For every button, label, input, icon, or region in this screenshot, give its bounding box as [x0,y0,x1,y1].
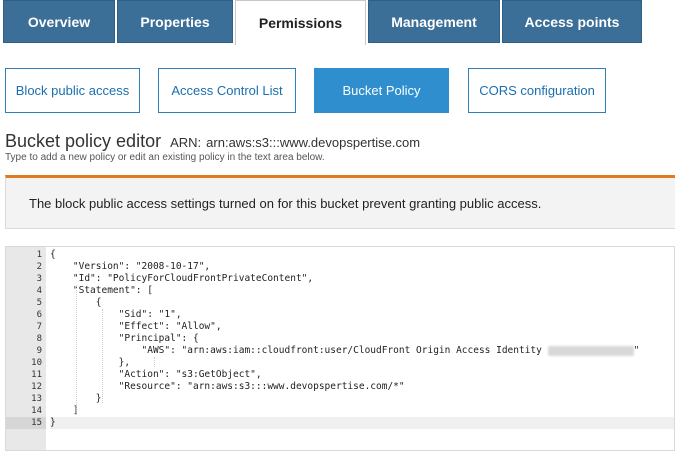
editor-subtitle: Type to add a new policy or edit an exis… [5,152,325,163]
button-label: Bucket Policy [342,83,421,98]
indent-guide [102,309,103,403]
line-number: 15 [6,417,46,429]
code-text: "Resource": "arn:aws:s3:::www.devopspert… [50,381,405,392]
arn-value: arn:aws:s3:::www.devopspertise.com [206,135,421,150]
tab-overview[interactable]: Overview [3,0,115,43]
button-label: Access Control List [171,83,283,98]
line-number: 2 [36,262,42,272]
tab-properties[interactable]: Properties [117,0,233,43]
code-text: "Statement": [ [50,285,153,296]
policy-code-area[interactable]: { "Version": "2008-10-17", "Id": "Policy… [50,247,674,450]
code-text: "AWS": "arn:aws:iam::cloudfront:user/Clo… [50,345,548,356]
line-number: 4 [36,286,42,296]
redacted-identity-id [547,345,634,356]
line-number: 8 [36,334,42,344]
code-text: "Action": "s3:GetObject", [50,369,262,380]
code-text: " [633,345,640,356]
button-label: CORS configuration [479,83,595,98]
indent-guide [154,357,155,367]
code-text: }, [50,357,131,368]
tab-label: Management [391,13,477,30]
tab-label: Overview [27,13,91,30]
code-text: "Version": "2008-10-17", [50,261,211,272]
code-line: { [50,249,674,261]
access-control-list-button[interactable]: Access Control List [158,68,296,113]
line-number-gutter: 1 2 3 4 5 6 7 8 9 10 11 12 13 14 15 [6,247,46,450]
editor-title: Bucket policy editor [5,131,162,151]
button-label: Block public access [15,83,130,98]
code-line: "Version": "2008-10-17", [50,261,674,273]
bucket-policy-button[interactable]: Bucket Policy [314,68,449,113]
warning-text: The block public access settings turned … [29,195,542,211]
indent-guide [76,285,77,415]
line-number: 5 [36,298,42,308]
line-number: 9 [36,346,42,356]
code-line: "Id": "PolicyForCloudFrontPrivateContent… [50,273,674,285]
code-text: "Principal": { [50,333,199,344]
tab-label: Permissions [258,15,343,31]
code-line: "Principal": { [50,333,674,345]
code-text: { [50,249,56,260]
tab-access-points[interactable]: Access points [502,0,642,43]
code-line: } [50,393,674,405]
code-line: { [50,297,674,309]
code-text: "Sid": "1", [50,309,182,320]
cors-configuration-button[interactable]: CORS configuration [468,68,606,113]
line-number: 1 [36,250,42,260]
code-text: } [50,417,56,428]
line-number: 6 [36,310,42,320]
code-text: "Id": "PolicyForCloudFrontPrivateContent… [50,273,314,284]
code-line: ] [50,405,674,417]
code-line: "Action": "s3:GetObject", [50,369,674,381]
code-line: "Sid": "1", [50,309,674,321]
line-number: 11 [31,370,42,380]
line-number: 14 [31,406,42,416]
page-title: Bucket policy editor ARN: arn:aws:s3:::w… [5,131,420,152]
tab-management[interactable]: Management [368,0,500,43]
line-number: 13 [31,394,42,404]
top-tab-bar: Overview Properties Permissions Manageme… [0,0,675,45]
block-public-access-warning: The block public access settings turned … [5,175,675,229]
line-number: 10 [31,358,42,368]
arn-label: ARN: [170,135,202,150]
line-number: 3 [36,274,42,284]
code-line: }, [50,357,674,369]
block-public-access-button[interactable]: Block public access [5,68,140,113]
code-line: "Effect": "Allow", [50,321,674,333]
code-line: } [50,417,674,429]
tab-label: Properties [140,13,210,30]
tab-label: Access points [524,13,620,30]
tab-permissions[interactable]: Permissions [235,0,366,45]
code-line: "Resource": "arn:aws:s3:::www.devopspert… [50,381,674,393]
policy-editor[interactable]: 1 2 3 4 5 6 7 8 9 10 11 12 13 14 15 { "Version": "2008… [5,246,675,451]
line-number: 7 [36,322,42,332]
line-number: 12 [31,382,42,392]
code-line: "AWS": "arn:aws:iam::cloudfront:user/Clo… [50,345,674,357]
code-line: "Statement": [ [50,285,674,297]
code-text: ] [50,405,79,416]
